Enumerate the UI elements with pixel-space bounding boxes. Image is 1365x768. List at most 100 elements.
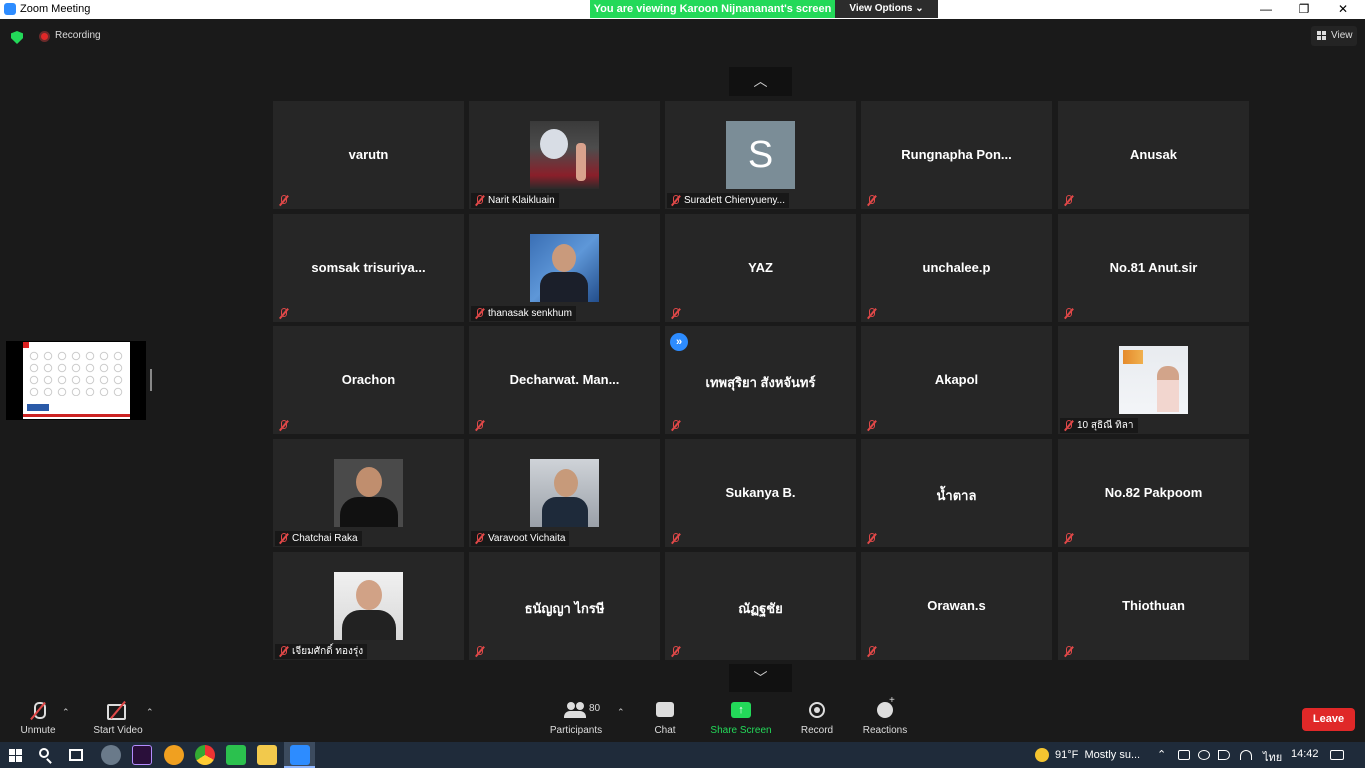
mic-muted-icon	[279, 308, 288, 319]
clock[interactable]: 14:42	[1291, 748, 1319, 760]
participant-tile[interactable]: Orawan.s	[861, 552, 1052, 660]
view-button[interactable]: View	[1311, 26, 1357, 46]
participant-tile[interactable]: Decharwat. Man...	[469, 326, 660, 434]
participant-name: Orachon	[341, 372, 396, 387]
participant-tile[interactable]: YAZ	[665, 214, 856, 322]
participant-tile[interactable]: unchalee.p	[861, 214, 1052, 322]
participant-tile[interactable]: Chatchai Raka	[273, 439, 464, 547]
spotlight-icon[interactable]: »	[670, 333, 688, 351]
reactions-button[interactable]: Reactions	[860, 692, 910, 742]
mic-muted-icon	[671, 533, 680, 544]
restore-button[interactable]: ❐	[1285, 0, 1323, 19]
participant-tile[interactable]: Sukanya B.	[665, 439, 856, 547]
chrome-icon[interactable]	[195, 745, 215, 765]
participant-tile[interactable]: ธนัญญา ไกรษี	[469, 552, 660, 660]
participant-tile[interactable]: Rungnapha Pon...	[861, 101, 1052, 209]
weather-widget[interactable]: 91°F Mostly su...	[1035, 748, 1140, 762]
mic-muted-icon	[1064, 533, 1073, 544]
meeting-toolbar: Unmute ⌃ Start Video ⌃ Participants 80 ⌃…	[0, 692, 1365, 742]
show-hidden-icons[interactable]: ⌃	[1157, 748, 1166, 761]
participant-tile[interactable]: Varavoot Vichaita	[469, 439, 660, 547]
participant-tile[interactable]: thanasak senkhum	[469, 214, 660, 322]
network-status-icon[interactable]	[1198, 750, 1210, 760]
splitter-handle[interactable]	[150, 369, 152, 391]
audio-options-caret[interactable]: ⌃	[62, 707, 70, 718]
file-explorer-icon[interactable]	[257, 745, 277, 765]
participant-name: No.81 Anut.sir	[1109, 260, 1198, 275]
minimize-button[interactable]: —	[1247, 0, 1285, 19]
participant-tile[interactable]: No.81 Anut.sir	[1058, 214, 1249, 322]
slide-shapes	[27, 350, 123, 396]
recording-label[interactable]: Recording	[55, 30, 101, 41]
participant-tile[interactable]: Orachon	[273, 326, 464, 434]
participant-tile[interactable]: Thiothuan	[1058, 552, 1249, 660]
mic-muted-icon	[475, 646, 484, 657]
shared-screen-thumbnail[interactable]	[6, 341, 146, 420]
video-off-icon	[107, 702, 129, 720]
battery-icon[interactable]	[1178, 750, 1190, 760]
participant-name: น้ำตาล	[936, 488, 977, 503]
line-icon[interactable]	[226, 745, 246, 765]
participant-tile[interactable]: น้ำตาล	[861, 439, 1052, 547]
participant-name: Anusak	[1130, 147, 1177, 162]
participant-tile[interactable]: No.82 Pakpoom	[1058, 439, 1249, 547]
participant-name: unchalee.p	[922, 260, 991, 275]
mic-muted-icon	[671, 308, 680, 319]
share-screen-button[interactable]: ↑ Share Screen	[706, 692, 776, 742]
start-video-button[interactable]: Start Video	[88, 692, 148, 742]
participant-tile[interactable]: varutn	[273, 101, 464, 209]
mic-muted-icon	[279, 420, 288, 431]
app-icon[interactable]	[164, 745, 184, 765]
participant-name: เทพสุริยา สังหจันทร์	[705, 375, 816, 390]
participants-options-caret[interactable]: ⌃	[617, 707, 625, 718]
view-options-button[interactable]: View Options ⌄	[835, 0, 938, 18]
mic-muted-icon	[475, 420, 484, 431]
participant-name: Rungnapha Pon...	[901, 147, 1012, 162]
record-icon	[809, 702, 825, 718]
video-options-caret[interactable]: ⌃	[146, 707, 154, 718]
participant-tile[interactable]: » เทพสุริยา สังหจันทร์	[665, 326, 856, 434]
premiere-icon[interactable]	[132, 745, 152, 765]
participant-count: 80	[589, 703, 601, 714]
windows-start-icon[interactable]	[9, 749, 22, 762]
participant-tile[interactable]: somsak trisuriya...	[273, 214, 464, 322]
mic-muted-icon	[1064, 308, 1073, 319]
mic-muted-icon	[279, 646, 288, 657]
shield-icon[interactable]	[11, 31, 23, 44]
mic-muted-icon	[867, 308, 876, 319]
participant-tile[interactable]: S Suradett Chienyueny...	[665, 101, 856, 209]
participant-photo	[334, 572, 403, 640]
chat-button[interactable]: Chat	[645, 692, 685, 742]
notifications-icon[interactable]	[1330, 750, 1344, 760]
mic-muted-icon	[867, 420, 876, 431]
zoom-taskbar-button[interactable]	[284, 742, 315, 768]
app-icon[interactable]	[101, 745, 121, 765]
next-page-button[interactable]: ﹀	[729, 664, 792, 693]
volume-icon[interactable]	[1218, 750, 1230, 760]
mic-muted-icon	[279, 195, 288, 206]
participant-name: ธนัญญา ไกรษี	[524, 601, 605, 616]
task-view-icon[interactable]	[69, 749, 83, 761]
search-icon[interactable]	[39, 748, 49, 758]
participant-name: Thiothuan	[1122, 598, 1185, 613]
participant-tile[interactable]: Anusak	[1058, 101, 1249, 209]
record-button[interactable]: Record	[796, 692, 838, 742]
participants-button[interactable]: Participants	[546, 692, 606, 742]
participant-name: No.82 Pakpoom	[1104, 485, 1203, 500]
leave-button[interactable]: Leave	[1302, 708, 1355, 731]
mic-muted-icon	[475, 195, 484, 206]
participant-tile[interactable]: Narit Klaikluain	[469, 101, 660, 209]
mic-muted-icon	[671, 646, 680, 657]
input-language[interactable]: ไทย	[1263, 748, 1282, 766]
chat-icon	[656, 702, 674, 717]
unmute-button[interactable]: Unmute	[12, 692, 64, 742]
participant-tile[interactable]: 10 สุธิณี ทิลา	[1058, 326, 1249, 434]
participant-name: Decharwat. Man...	[509, 372, 620, 387]
participant-tile[interactable]: เจียมศักดิ์ ทองรุ่ง	[273, 552, 464, 660]
mic-muted-icon	[1064, 195, 1073, 206]
close-button[interactable]: ✕	[1324, 0, 1362, 19]
participant-tile[interactable]: ณัฏฐชัย	[665, 552, 856, 660]
participant-tile[interactable]: Akapol	[861, 326, 1052, 434]
wifi-icon[interactable]	[1240, 750, 1252, 760]
previous-page-button[interactable]: ︿	[729, 67, 792, 96]
